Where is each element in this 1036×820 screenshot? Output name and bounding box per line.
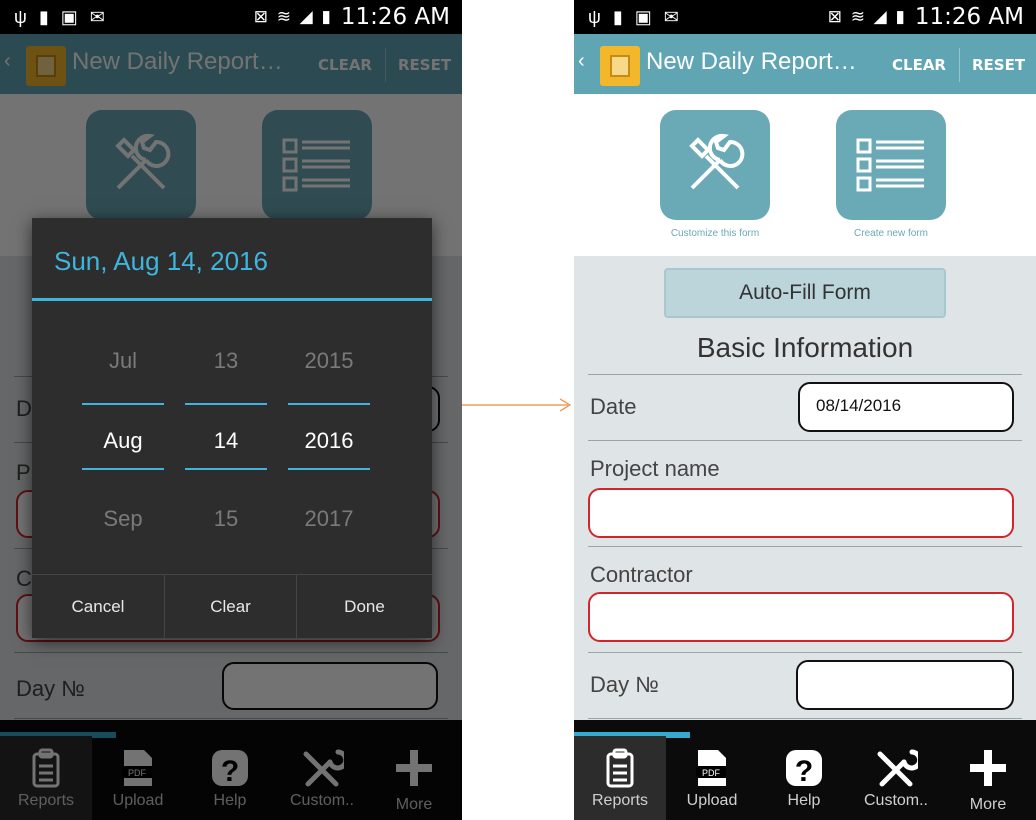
create-form-button[interactable] (836, 110, 946, 220)
tab-more[interactable]: More (942, 736, 1034, 820)
usb-icon: ψ (588, 7, 601, 27)
divider (588, 440, 1022, 441)
day-next[interactable]: 15 (185, 506, 267, 532)
status-time: 11:26 AM (340, 4, 450, 30)
battery-saver-icon: ▮ (612, 7, 623, 27)
date-field[interactable]: 08/14/2016 (798, 382, 1014, 432)
divider (588, 546, 1022, 547)
day-number-label: Day № (590, 672, 659, 697)
day-current[interactable]: 14 (185, 428, 267, 454)
pdf-icon: PDF (696, 750, 726, 786)
app-title: New Daily Report… (646, 48, 857, 75)
year-prev[interactable]: 2015 (288, 348, 370, 374)
status-time: 11:26 AM (914, 4, 1024, 30)
divider (588, 374, 1022, 375)
phone-screen-form: ψ ▮ ▣ ✉ ⊠ ≋ ◢ ▮ 11:26 AM ‹ New Daily Rep… (574, 0, 1036, 820)
dialog-button-row: Cancel Clear Done (32, 574, 432, 639)
divider (588, 652, 1022, 653)
project-name-field[interactable] (588, 488, 1014, 538)
tab-help[interactable]: ? Help (758, 736, 850, 820)
notification-icons: ψ ▮ ▣ ✉ (14, 6, 105, 28)
cancel-button[interactable]: Cancel (32, 575, 164, 639)
contractor-label: Contractor (590, 562, 693, 587)
reset-button[interactable]: RESET (972, 56, 1025, 74)
usb-icon: ψ (14, 7, 27, 27)
year-current[interactable]: 2016 (288, 428, 370, 454)
tab-label: Upload (686, 792, 738, 809)
section-title: Basic Information (696, 332, 914, 363)
tab-customize[interactable]: Custom.. (850, 736, 942, 820)
tools-icon (877, 749, 918, 787)
selection-line (288, 468, 370, 470)
divider (588, 718, 1022, 719)
bottom-tab-bar: Reports PDF Upload ? Help Custom.. More (574, 720, 1036, 820)
month-prev[interactable]: Jul (82, 348, 164, 374)
customize-caption: Customize this form (670, 228, 760, 239)
svg-text:?: ? (795, 755, 813, 788)
plus-icon (970, 750, 1006, 786)
image-icon: ▣ (60, 7, 78, 27)
tab-label: Custom.. (863, 792, 928, 809)
help-icon: ? (786, 750, 822, 788)
date-picker-header: Sun, Aug 14, 2016 (54, 246, 268, 276)
phone-screen-date-picker: ψ ▮ ▣ ✉ ⊠ ≋ ◢ ▮ 11:26 AM ‹ New Daily Rep… (0, 0, 462, 820)
app-logo-icon (600, 46, 640, 86)
header-underline (32, 298, 432, 301)
year-next[interactable]: 2017 (288, 506, 370, 532)
selection-line (82, 468, 164, 470)
customize-form-button[interactable] (660, 110, 770, 220)
status-bar: ψ ▮ ▣ ✉ ⊠ ≋ ◢ ▮ 11:26 AM (574, 0, 1036, 34)
tab-upload[interactable]: PDF Upload (666, 736, 758, 820)
auto-fill-button[interactable]: Auto-Fill Form (664, 268, 946, 318)
selection-line (82, 403, 164, 405)
month-current[interactable]: Aug (82, 428, 164, 454)
divider (959, 48, 960, 82)
day-prev[interactable]: 13 (185, 348, 267, 374)
back-icon[interactable]: ‹ (578, 50, 585, 73)
image-icon: ▣ (634, 7, 652, 27)
done-button[interactable]: Done (297, 575, 432, 639)
project-name-label: Project name (590, 456, 720, 481)
status-bar: ψ ▮ ▣ ✉ ⊠ ≋ ◢ ▮ 11:26 AM (0, 0, 462, 34)
tools-icon (689, 133, 745, 190)
battery-saver-icon: ▮ (38, 7, 49, 27)
tab-label: More (969, 796, 1007, 813)
create-caption: Create new form (854, 228, 928, 239)
day-number-field[interactable] (796, 660, 1014, 710)
contractor-field[interactable] (588, 592, 1014, 642)
selection-line (288, 403, 370, 405)
clear-button[interactable]: CLEAR (892, 56, 946, 74)
transition-arrow-icon (462, 398, 572, 412)
date-label: Date (590, 394, 637, 419)
tab-label: Help (787, 792, 821, 809)
checklist-icon (856, 138, 924, 192)
signal-icons: ⊠ ≋ ◢ ▮ (253, 7, 333, 26)
selection-line (185, 403, 267, 405)
clipboard-icon (606, 748, 634, 788)
clear-date-button[interactable]: Clear (164, 575, 297, 639)
mail-icon: ✉ (663, 7, 679, 27)
date-picker-dialog: Sun, Aug 14, 2016 Jul Aug Sep 13 14 15 2… (32, 218, 432, 639)
signal-icons: ⊠ ≋ ◢ ▮ (827, 7, 907, 26)
tab-label: Reports (591, 792, 649, 809)
selection-line (185, 468, 267, 470)
mail-icon: ✉ (89, 7, 105, 27)
app-bar: ‹ New Daily Report… CLEAR RESET (574, 34, 1036, 94)
shortcut-area: Customize this form Create new form (574, 94, 1036, 256)
tab-reports[interactable]: Reports (574, 736, 666, 820)
svg-text:PDF: PDF (702, 768, 721, 778)
notification-icons: ψ ▮ ▣ ✉ (588, 6, 679, 28)
month-next[interactable]: Sep (82, 506, 164, 532)
